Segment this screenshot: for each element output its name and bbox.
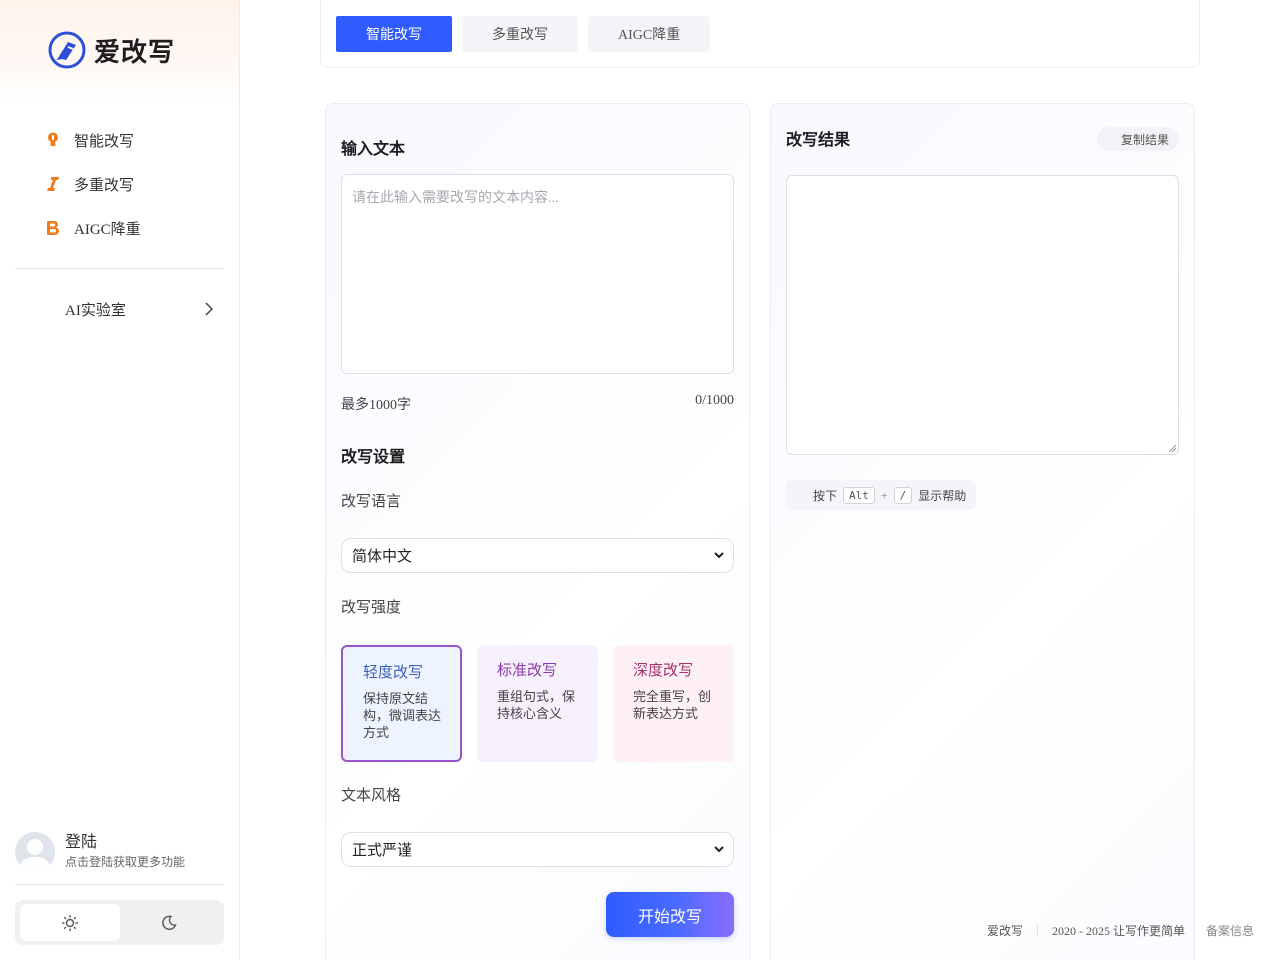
card-title: 轻度改写	[363, 665, 424, 681]
help-prefix: 按下	[813, 488, 838, 503]
strength-card-deep[interactable]: 深度改写 完全重写，创新表达方式	[613, 645, 734, 762]
language-label: 改写语言	[341, 494, 402, 510]
avatar	[15, 832, 55, 872]
language-value: 简体中文	[352, 549, 413, 565]
dark-mode-button[interactable]	[120, 904, 220, 941]
input-panel: 输入文本 最多1000字 0/1000 改写设置 改写语言 简体中文 改写强度 …	[325, 103, 750, 960]
sun-icon	[61, 914, 78, 931]
language-select[interactable]: 简体中文	[341, 538, 734, 573]
resize-handle-icon[interactable]	[1168, 444, 1176, 452]
footer-divider	[1036, 924, 1038, 937]
result-output[interactable]	[786, 175, 1179, 455]
keyboard-help-hint: 按下 Alt + / 显示帮助	[786, 480, 977, 510]
light-mode-button[interactable]	[20, 904, 120, 941]
tab-aigc[interactable]: AIGC降重	[588, 15, 711, 52]
user-divider	[15, 884, 224, 885]
help-key-alt: Alt	[843, 486, 875, 504]
help-key-slash: /	[893, 486, 913, 504]
help-suffix: 显示帮助	[918, 488, 967, 503]
tab-multi-rewrite[interactable]: 多重改写	[462, 15, 578, 52]
footer-spacer	[1195, 925, 1196, 937]
result-title: 改写结果	[786, 130, 851, 149]
card-title: 标准改写	[497, 663, 558, 679]
input-textarea[interactable]	[341, 174, 734, 374]
footer-brand[interactable]: 爱改写	[987, 922, 1023, 939]
user-hint: 点击登陆获取更多功能	[65, 855, 186, 869]
brand-name: 爱改写	[94, 37, 176, 68]
input-title: 输入文本	[341, 139, 406, 158]
sidebar-item-smart-rewrite[interactable]: 智能改写	[15, 118, 224, 162]
style-value: 正式严谨	[352, 843, 413, 859]
footer-copyright: 2020 - 2025 让写作更简单	[1051, 924, 1185, 938]
sidebar-item-ai-lab[interactable]: AI实验室	[0, 287, 239, 331]
footer-icp-link[interactable]: 备案信息	[1206, 922, 1254, 939]
sidebar: 爱改写 智能改写 多重改写 AIGC降重 AI实验室 登陆 点击登陆获取更多功能	[0, 0, 240, 960]
copy-result-button[interactable]: 复制结果	[1096, 127, 1179, 151]
card-desc: 保持原文结构，微调表达方式	[363, 691, 442, 740]
italic-icon	[45, 176, 61, 192]
top-tabs: 智能改写 多重改写 AIGC降重	[320, 0, 1200, 68]
theme-switch	[15, 900, 224, 945]
user-login[interactable]: 登陆 点击登陆获取更多功能	[15, 832, 224, 872]
chevron-right-icon	[205, 302, 213, 316]
sidebar-divider	[15, 268, 224, 269]
sidebar-nav: 智能改写 多重改写 AIGC降重	[0, 118, 239, 250]
card-desc: 完全重写，创新表达方式	[633, 689, 712, 721]
sidebar-item-multi-rewrite[interactable]: 多重改写	[15, 162, 224, 206]
logo-icon	[48, 31, 86, 69]
settings-title: 改写设置	[341, 447, 406, 466]
style-select[interactable]: 正式严谨	[341, 832, 734, 867]
char-counter: 0/1000	[695, 393, 734, 408]
sidebar-item-label: AIGC降重	[74, 221, 141, 238]
help-plus: +	[880, 487, 888, 502]
bold-icon	[45, 220, 61, 236]
card-desc: 重组句式，保持核心含义	[497, 689, 576, 721]
moon-icon	[162, 915, 177, 930]
max-length-hint: 最多1000字	[341, 398, 411, 413]
strength-label: 改写强度	[341, 600, 402, 616]
result-panel: 改写结果 复制结果 按下 Alt + / 显示帮助	[770, 103, 1195, 960]
sidebar-item-label: 智能改写	[74, 133, 135, 150]
strength-card-light[interactable]: 轻度改写 保持原文结构，微调表达方式	[341, 645, 462, 762]
style-label: 文本风格	[341, 788, 402, 804]
start-rewrite-button[interactable]: 开始改写	[606, 892, 734, 937]
sidebar-item-label: 多重改写	[74, 177, 135, 194]
chevron-down-icon	[714, 552, 724, 559]
footer: 爱改写 2020 - 2025 让写作更简单 备案信息	[987, 922, 1254, 939]
tab-smart-rewrite[interactable]: 智能改写	[336, 15, 452, 52]
user-name: 登陆	[65, 834, 98, 851]
brand[interactable]: 爱改写	[0, 0, 239, 100]
chevron-down-icon	[714, 846, 724, 853]
strength-card-standard[interactable]: 标准改写 重组句式，保持核心含义	[477, 645, 598, 762]
ai-lab-label: AI实验室	[65, 302, 126, 319]
sidebar-item-aigc[interactable]: AIGC降重	[15, 206, 224, 250]
bulb-icon	[45, 132, 61, 148]
card-title: 深度改写	[633, 663, 694, 679]
